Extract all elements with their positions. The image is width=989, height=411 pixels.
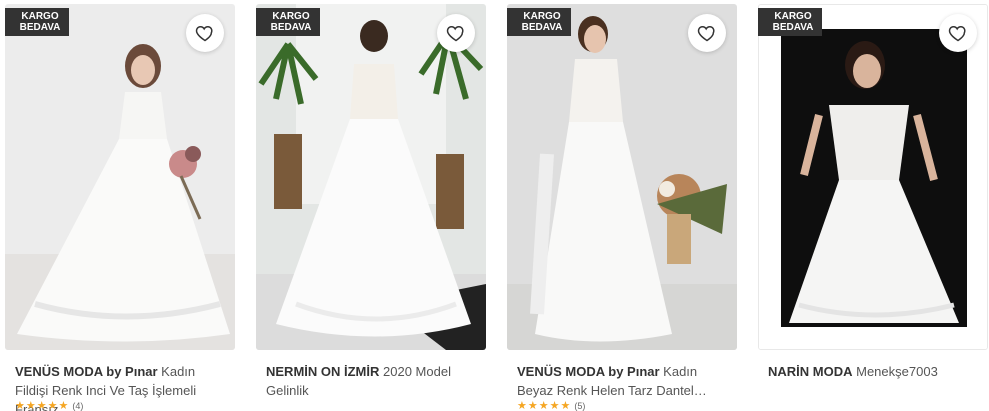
favorite-button[interactable] bbox=[186, 14, 224, 52]
product-name: Menekşe7003 bbox=[856, 364, 938, 379]
product-image[interactable] bbox=[256, 4, 486, 350]
product-brand: VENÜS MODA by Pınar bbox=[517, 364, 660, 379]
heart-outline-icon bbox=[195, 25, 213, 42]
rating: ★ ★ ★ ★ ★ (5) bbox=[517, 400, 585, 411]
star-icon: ★ bbox=[560, 400, 571, 411]
free-shipping-badge: KARGO BEDAVA bbox=[507, 8, 571, 36]
dress-photo bbox=[759, 5, 987, 349]
product-card[interactable]: KARGO BEDAVA NARİN MODA Menekşe7003 bbox=[758, 4, 988, 411]
product-card[interactable]: KARGO BEDAVA VENÜS MODA by Pınar Kadın F… bbox=[5, 4, 235, 411]
favorite-button[interactable] bbox=[939, 14, 977, 52]
favorite-button[interactable] bbox=[437, 14, 475, 52]
rating: ★ ★ ★ ★ ★ (4) bbox=[15, 400, 83, 411]
product-brand: NERMİN ON İZMİR bbox=[266, 364, 380, 379]
star-icon: ★ bbox=[15, 400, 25, 411]
rating-count: (4) bbox=[72, 401, 84, 411]
star-icon: ★ bbox=[58, 400, 69, 411]
product-brand: VENÜS MODA by Pınar bbox=[15, 364, 158, 379]
product-grid: KARGO BEDAVA VENÜS MODA by Pınar Kadın F… bbox=[0, 0, 989, 411]
product-title[interactable]: NERMİN ON İZMİR 2020 Model Gelinlik bbox=[266, 362, 481, 400]
heart-outline-icon bbox=[948, 25, 966, 42]
star-icon: ★ bbox=[549, 400, 560, 411]
product-title[interactable]: VENÜS MODA by Pınar Kadın Beyaz Renk Hel… bbox=[517, 362, 732, 400]
star-icon: ★ bbox=[517, 400, 527, 411]
product-brand: NARİN MODA bbox=[768, 364, 853, 379]
heart-outline-icon bbox=[697, 25, 715, 42]
star-icon: ★ bbox=[47, 400, 58, 411]
heart-outline-icon bbox=[446, 25, 464, 42]
star-icon: ★ bbox=[36, 400, 47, 411]
star-icon: ★ bbox=[25, 400, 36, 411]
product-image[interactable] bbox=[758, 4, 988, 350]
product-title[interactable]: NARİN MODA Menekşe7003 bbox=[768, 362, 983, 381]
rating-count: (5) bbox=[574, 401, 586, 411]
product-image[interactable] bbox=[5, 4, 235, 350]
product-card[interactable]: KARGO BEDAVA VENÜS MODA by Pınar Kadın B… bbox=[507, 4, 737, 411]
star-icon: ★ bbox=[527, 400, 538, 411]
free-shipping-badge: KARGO BEDAVA bbox=[758, 8, 822, 36]
free-shipping-badge: KARGO BEDAVA bbox=[256, 8, 320, 36]
free-shipping-badge: KARGO BEDAVA bbox=[5, 8, 69, 36]
product-card[interactable]: KARGO BEDAVA NERMİN ON İZMİR 2020 Model … bbox=[256, 4, 486, 411]
favorite-button[interactable] bbox=[688, 14, 726, 52]
dress-photo bbox=[507, 4, 737, 350]
dress-photo bbox=[256, 4, 486, 350]
product-image[interactable] bbox=[507, 4, 737, 350]
star-icon: ★ bbox=[538, 400, 549, 411]
dress-photo bbox=[5, 4, 235, 350]
